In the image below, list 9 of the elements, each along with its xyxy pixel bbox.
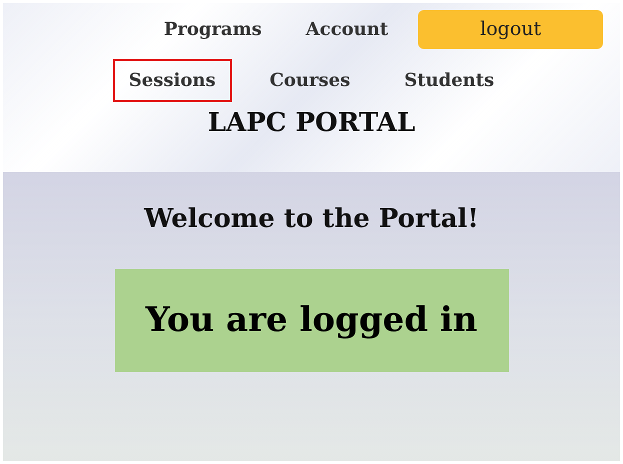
logout-button[interactable]: logout (418, 10, 604, 48)
welcome-heading: Welcome to the Portal! (144, 203, 479, 236)
nav-link[interactable]: Account (292, 10, 402, 48)
nav-link[interactable]: Courses (256, 61, 364, 100)
site-title: LAPC PORTAL (208, 107, 416, 140)
status-message: You are logged in (146, 299, 478, 342)
nav-link[interactable]: Sessions (114, 61, 230, 100)
nav-link[interactable]: Students (390, 61, 508, 100)
nav-link[interactable]: Programs (150, 10, 276, 48)
